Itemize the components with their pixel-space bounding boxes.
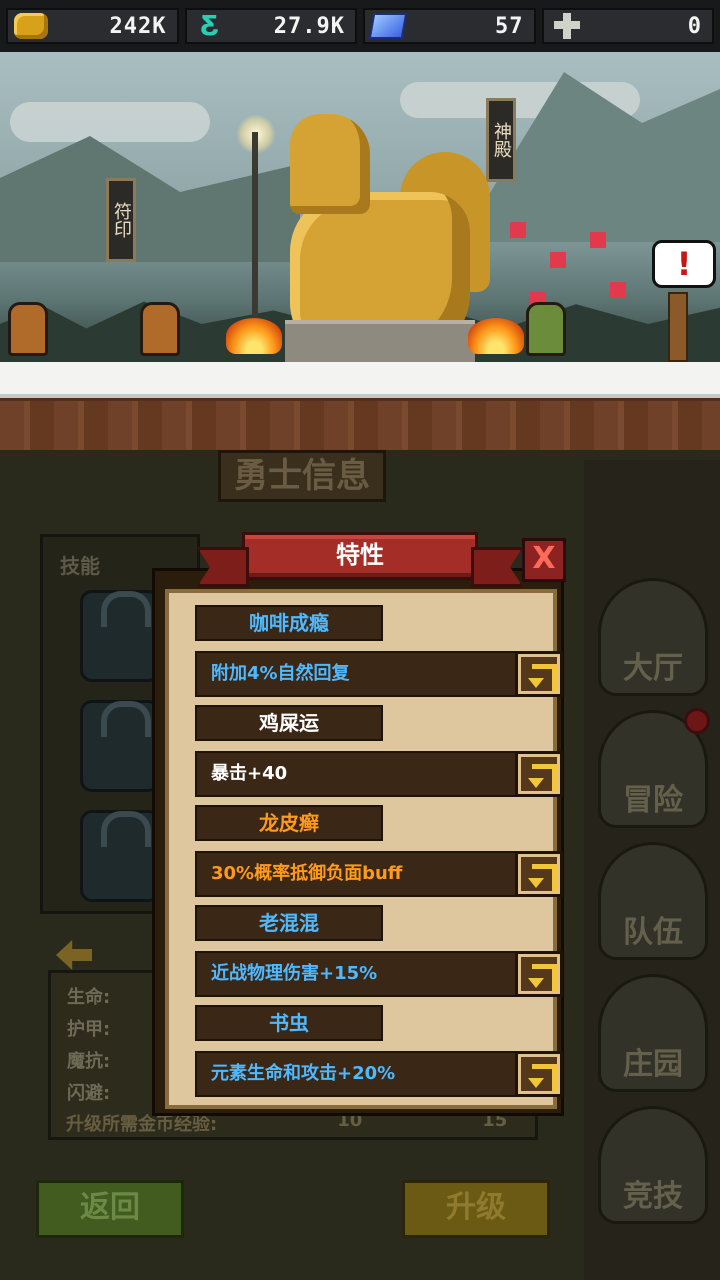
snow-ground bbox=[0, 362, 720, 398]
stat-dodge-label: 闪避: bbox=[67, 1083, 111, 1104]
cross-value: 0 bbox=[687, 13, 702, 39]
game-screen: 242K Ƹ 27.9K 57 0 符印 神殿 ! 勇士信息 技能 生命: 护甲… bbox=[0, 0, 720, 1280]
cross-counter[interactable]: 0 bbox=[541, 8, 714, 44]
trait-description: 30%概率抵御负面buff bbox=[195, 851, 535, 897]
dirt-ground bbox=[0, 398, 720, 450]
back-button[interactable]: 返回 bbox=[36, 1180, 184, 1238]
back-arrow-icon[interactable] bbox=[56, 940, 92, 970]
gold-value: 242K bbox=[109, 13, 167, 39]
trait-name: 老混混 bbox=[195, 905, 383, 941]
gold-coin-icon bbox=[14, 13, 48, 39]
modal-body: 咖啡成瘾附加4%自然回复鸡屎运暴击+40 龙皮癣 30%概率抵御负面buff 老混混近… bbox=[165, 589, 563, 1109]
reroll-trait-button[interactable] bbox=[515, 651, 563, 697]
campfire bbox=[226, 318, 282, 354]
lock-icon[interactable] bbox=[80, 700, 160, 792]
cloud bbox=[10, 102, 210, 142]
traits-modal: 咖啡成瘾附加4%自然回复鸡屎运暴击+40 龙皮癣 30%概率抵御负面buff 老混混近… bbox=[150, 532, 570, 1120]
nav-arena[interactable]: 竞技 bbox=[598, 1106, 708, 1224]
villager-character[interactable] bbox=[526, 302, 566, 356]
trait-description: 近战物理伤害+15% bbox=[195, 951, 535, 997]
trait-name: 龙皮癣 bbox=[195, 805, 383, 841]
blossom bbox=[590, 232, 606, 248]
nav-lobby-label: 大厅 bbox=[623, 651, 683, 686]
cross-icon bbox=[550, 13, 584, 39]
reroll-trait-button[interactable] bbox=[515, 1051, 563, 1097]
energy-icon: Ƹ bbox=[201, 9, 218, 42]
energy-value: 27.9K bbox=[273, 13, 345, 39]
stat-magic-resist-label: 魔抗: bbox=[67, 1051, 111, 1072]
modal-title: 特性 bbox=[242, 532, 478, 580]
nav-lobby[interactable]: 大厅 bbox=[598, 578, 708, 696]
trait-name: 咖啡成瘾 bbox=[195, 605, 383, 641]
stat-hp-label: 生命: bbox=[67, 987, 111, 1008]
lock-icon[interactable] bbox=[80, 810, 160, 902]
energy-counter[interactable]: Ƹ 27.9K bbox=[184, 8, 357, 44]
alert-bubble[interactable]: ! bbox=[652, 240, 716, 288]
trait-name: 书虫 bbox=[195, 1005, 383, 1041]
nav-manor[interactable]: 庄园 bbox=[598, 974, 708, 1092]
gem-value: 57 bbox=[495, 13, 524, 39]
nav-manor-label: 庄园 bbox=[623, 1047, 683, 1082]
panel-title: 勇士信息 bbox=[218, 450, 386, 502]
reroll-trait-button[interactable] bbox=[515, 751, 563, 797]
statue-pedestal bbox=[285, 320, 475, 364]
modal-frame: 咖啡成瘾附加4%自然回复鸡屎运暴击+40 龙皮癣 30%概率抵御负面buff 老混混近… bbox=[152, 568, 564, 1116]
nav-adventure-label: 冒险 bbox=[623, 783, 683, 818]
gem-counter[interactable]: 57 bbox=[363, 8, 536, 44]
trait-name: 鸡屎运 bbox=[195, 705, 383, 741]
blossom bbox=[610, 282, 626, 298]
blossom bbox=[510, 222, 526, 238]
notification-dot bbox=[684, 708, 710, 734]
hero-character[interactable] bbox=[140, 302, 180, 356]
close-button[interactable]: X bbox=[522, 538, 566, 582]
gold-counter[interactable]: 242K bbox=[6, 8, 179, 44]
campfire bbox=[468, 318, 524, 354]
gem-icon bbox=[368, 13, 408, 39]
stat-armor-label: 护甲: bbox=[67, 1019, 111, 1040]
reroll-trait-button[interactable] bbox=[515, 951, 563, 997]
trait-description: 暴击+40 bbox=[195, 751, 535, 797]
blossom bbox=[550, 252, 566, 268]
resource-bar: 242K Ƹ 27.9K 57 0 bbox=[0, 0, 720, 52]
lamp-post bbox=[252, 132, 258, 332]
nav-arena-label: 竞技 bbox=[623, 1179, 683, 1214]
upgrade-button[interactable]: 升级 bbox=[402, 1180, 550, 1238]
hero-character[interactable] bbox=[8, 302, 48, 356]
banner-seal[interactable]: 符印 bbox=[106, 178, 136, 262]
town-scene: 符印 神殿 ! bbox=[0, 52, 720, 450]
nav-team-label: 队伍 bbox=[623, 915, 683, 950]
side-nav: 大厅 冒险 队伍 庄园 竞技 bbox=[584, 460, 720, 1280]
signpost bbox=[668, 292, 688, 362]
banner-temple[interactable]: 神殿 bbox=[486, 98, 516, 182]
trait-description: 元素生命和攻击+20% bbox=[195, 1051, 535, 1097]
rooster-statue-head bbox=[290, 114, 370, 214]
trait-description: 附加4%自然回复 bbox=[195, 651, 535, 697]
reroll-trait-button[interactable] bbox=[515, 851, 563, 897]
nav-team[interactable]: 队伍 bbox=[598, 842, 708, 960]
skills-label: 技能 bbox=[60, 554, 100, 578]
lock-icon[interactable] bbox=[80, 590, 160, 682]
